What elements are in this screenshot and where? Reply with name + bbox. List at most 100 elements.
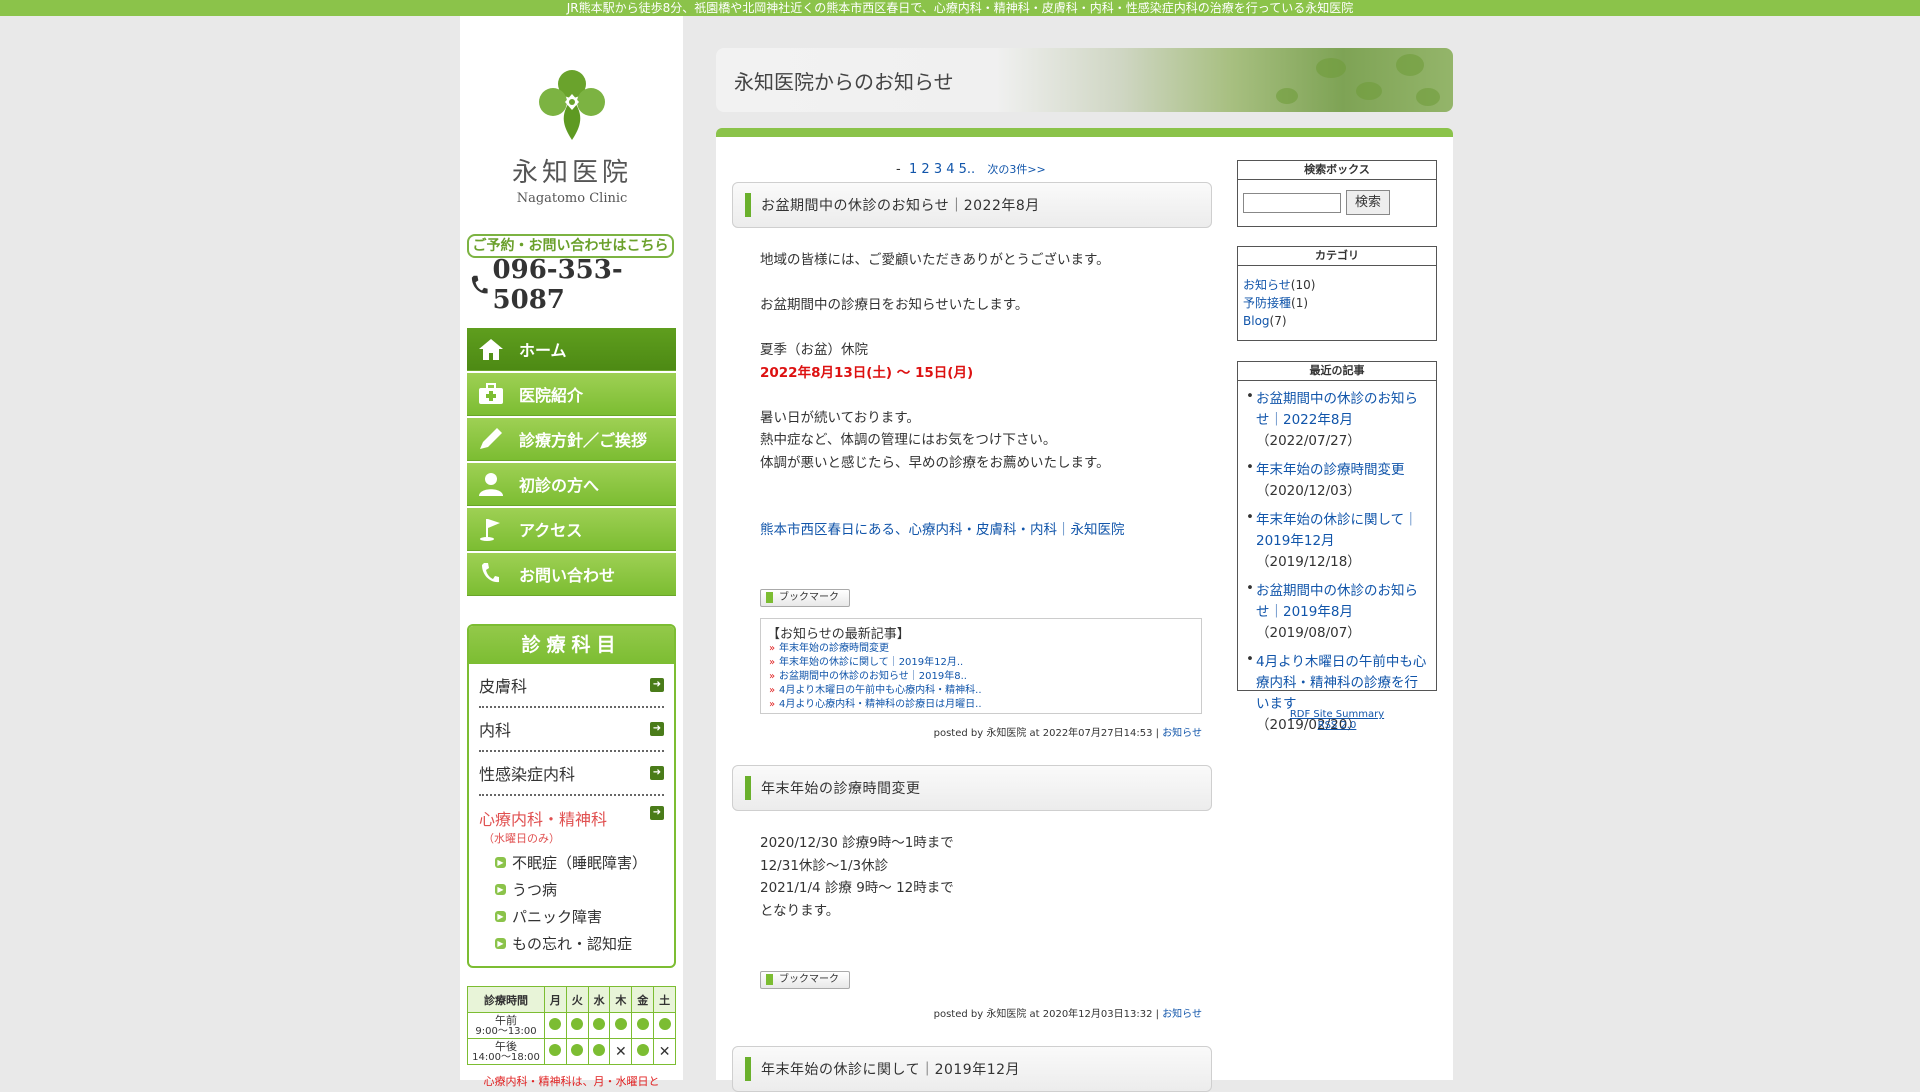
recent-link[interactable]: お盆期間中の休診のお知らせ｜2019年8月 <box>1256 581 1430 623</box>
page-link-3[interactable]: 3 <box>934 162 942 177</box>
arrow-right-icon: ➜ <box>650 722 664 736</box>
recent-date: （2019/12/18） <box>1256 554 1361 570</box>
hours-label: 午後 14:00～18:00 <box>467 1038 545 1065</box>
dept-internal[interactable]: 内科 ➜ <box>479 708 664 752</box>
page-link-5[interactable]: 5.. <box>959 162 976 177</box>
category-link[interactable]: Blog <box>1243 314 1270 328</box>
post-body: 地域の皆様には、ご愛顧いただきありがとうございます。 お盆期間中の診療日をお知ら… <box>760 249 1200 542</box>
hours-cell <box>565 1012 589 1039</box>
page-link-2[interactable]: 2 <box>921 162 929 177</box>
post-line: 暑い日が続いております。 <box>760 409 920 426</box>
hours-cell <box>609 1012 633 1039</box>
pagination: - 1 2 3 4 5.. 次の3件>> <box>896 161 1046 177</box>
nav-access-label: アクセス <box>519 521 583 540</box>
post-category-link[interactable]: お知らせ <box>1162 728 1202 739</box>
content-panel: - 1 2 3 4 5.. 次の3件>> お盆期間中の休診のお知らせ｜2022年… <box>716 137 1453 1092</box>
search-input[interactable] <box>1243 193 1341 213</box>
related-link[interactable]: 年末年始の診療時間変更 <box>769 642 1195 656</box>
nav-access[interactable]: アクセス <box>467 508 676 551</box>
clinic-link[interactable]: 熊本市西区春日にある、心療内科・皮膚科・内科｜永知医院 <box>760 522 1125 538</box>
hours-header: 金 <box>631 986 655 1013</box>
post-line <box>760 272 1200 295</box>
page-link-4[interactable]: 4 <box>946 162 954 177</box>
post-meta-text: posted by 永知医院 at 2022年07月27日14:53 | <box>933 728 1159 739</box>
nav-first-visit[interactable]: 初診の方へ <box>467 463 676 506</box>
dept-dermatology[interactable]: 皮膚科 ➜ <box>479 664 664 708</box>
recent-date: （2022/07/27） <box>1256 433 1361 449</box>
related-link[interactable]: 4月より木曜日の午前中も心療内科・精神科.. <box>769 684 1195 698</box>
recent-posts-box: 最近の記事 お盆期間中の休診のお知らせ｜2022年8月 （2022/07/27） … <box>1237 361 1437 733</box>
recent-item: 年末年始の休診に関して｜2019年12月 （2019/12/18） <box>1244 507 1430 573</box>
hours-cell <box>587 1038 611 1065</box>
nav-contact[interactable]: お問い合わせ <box>467 553 676 596</box>
post-title[interactable]: 年末年始の休診に関して｜2019年12月 <box>761 1059 1020 1079</box>
bullet-arrow-icon: ▶ <box>495 911 506 922</box>
clinic-logo[interactable]: 永知医院 Nagatomo Clinic <box>508 62 636 222</box>
category-list: お知らせ(10) 予防接種(1) Blog(7) <box>1238 266 1436 330</box>
recent-link[interactable]: お盆期間中の休診のお知らせ｜2022年8月 <box>1256 389 1430 431</box>
dept-sub-depression[interactable]: ▶ うつ病 <box>495 879 664 900</box>
post-line: 地域の皆様には、ご愛顧いただきありがとうございます。 <box>760 252 1110 268</box>
hours-cell <box>544 1038 567 1065</box>
nav-home[interactable]: ホーム <box>467 328 676 371</box>
hours-header: 月 <box>544 986 567 1013</box>
dept-psychiatry-note: （水曜日のみ） <box>483 832 560 845</box>
hours-cell <box>631 1038 655 1065</box>
main-area: 永知医院からのお知らせ - 1 2 3 4 5.. 次の3件>> お盆期間中の休… <box>716 48 1453 1092</box>
post-category-link[interactable]: お知らせ <box>1162 1009 1202 1020</box>
phone-handset-icon <box>477 560 505 588</box>
post-meta: posted by 永知医院 at 2020年12月03日13:32 | お知ら… <box>896 1005 1202 1020</box>
open-dot-icon <box>571 1044 584 1056</box>
recent-link[interactable]: 4月より木曜日の午前中も心療内科・精神科の診療を行います <box>1256 652 1430 715</box>
bookmark-label: ブックマーク <box>779 592 839 603</box>
bookmark-button[interactable]: ブックマーク <box>760 971 850 989</box>
flag-icon <box>477 515 505 543</box>
category-link[interactable]: 予防接種 <box>1243 296 1291 310</box>
green-divider <box>716 128 1453 137</box>
open-dot-icon <box>549 1044 562 1056</box>
phone-number[interactable]: 096-353-5087 <box>470 255 680 315</box>
next-page-link[interactable]: 次の3件>> <box>987 163 1045 176</box>
open-dot-icon <box>658 1018 671 1030</box>
title-accent <box>745 193 751 217</box>
search-box: 検索ボックス 検索 <box>1237 160 1437 227</box>
post-title[interactable]: お盆期間中の休診のお知らせ｜2022年8月 <box>761 195 1040 215</box>
dept-psychiatry[interactable]: 心療内科・精神科 ➜ （水曜日のみ） ▶ 不眠症（睡眠障害） ▶ うつ病 ▶ パニック… <box>479 796 664 954</box>
title-accent <box>745 776 751 800</box>
recent-link[interactable]: 年末年始の診療時間変更 <box>1256 460 1430 481</box>
dept-sub-panic[interactable]: ▶ パニック障害 <box>495 906 664 927</box>
search-button[interactable]: 検索 <box>1346 190 1390 215</box>
post-line: お盆期間中の診療日をお知らせいたします。 <box>760 297 1029 313</box>
related-link[interactable]: 4月より心療内科・精神科の診療日は月曜日.. <box>769 698 1195 712</box>
rdf-link[interactable]: RDF Site Summary <box>1290 709 1384 720</box>
title-accent <box>745 1057 751 1081</box>
category-link[interactable]: お知らせ <box>1243 278 1291 292</box>
recent-link[interactable]: 年末年始の休診に関して｜2019年12月 <box>1256 510 1430 552</box>
page-link-1[interactable]: 1 <box>909 162 917 177</box>
post-title[interactable]: 年末年始の診療時間変更 <box>761 778 921 798</box>
bullet-arrow-icon: ▶ <box>495 938 506 949</box>
recent-title: 最近の記事 <box>1238 362 1436 381</box>
top-tagline: JR熊本駅から徒歩8分、祇園橋や北岡神社近くの熊本市西区春日で、心療内科・精神科… <box>566 1 1354 15</box>
category-item: Blog(7) <box>1243 312 1431 330</box>
nav-about[interactable]: 医院紹介 <box>467 373 676 416</box>
open-dot-icon <box>614 1018 627 1030</box>
related-link[interactable]: お盆期間中の休診のお知らせ｜2019年8.. <box>769 670 1195 684</box>
search-box-title: 検索ボックス <box>1238 161 1436 180</box>
dept-std[interactable]: 性感染症内科 ➜ <box>479 752 664 796</box>
dept-sub-insomnia[interactable]: ▶ 不眠症（睡眠障害） <box>495 852 664 873</box>
sub-label: うつ病 <box>512 881 558 899</box>
related-title: 【お知らせの最新記事】 <box>767 627 910 642</box>
hours-header: 診療時間 <box>467 986 545 1013</box>
hours-cell <box>565 1038 589 1065</box>
post-line <box>760 317 1200 340</box>
leaf-decoration <box>1396 54 1424 76</box>
bookmark-button[interactable]: ブックマーク <box>760 589 850 607</box>
top-tagline-bar: JR熊本駅から徒歩8分、祇園橋や北岡神社近くの熊本市西区春日で、心療内科・精神科… <box>0 0 1920 16</box>
post-line: となります。 <box>760 902 840 919</box>
dept-sub-dementia[interactable]: ▶ もの忘れ・認知症 <box>495 933 664 954</box>
rss-link[interactable]: RSS 2.0 <box>1318 720 1357 731</box>
related-link[interactable]: 年末年始の休診に関して｜2019年12月.. <box>769 656 1195 670</box>
closure-dates: 2022年8月13日(土) ～ 15日(月) <box>760 364 974 381</box>
nav-policy[interactable]: 診療方針／ご挨拶 <box>467 418 676 461</box>
